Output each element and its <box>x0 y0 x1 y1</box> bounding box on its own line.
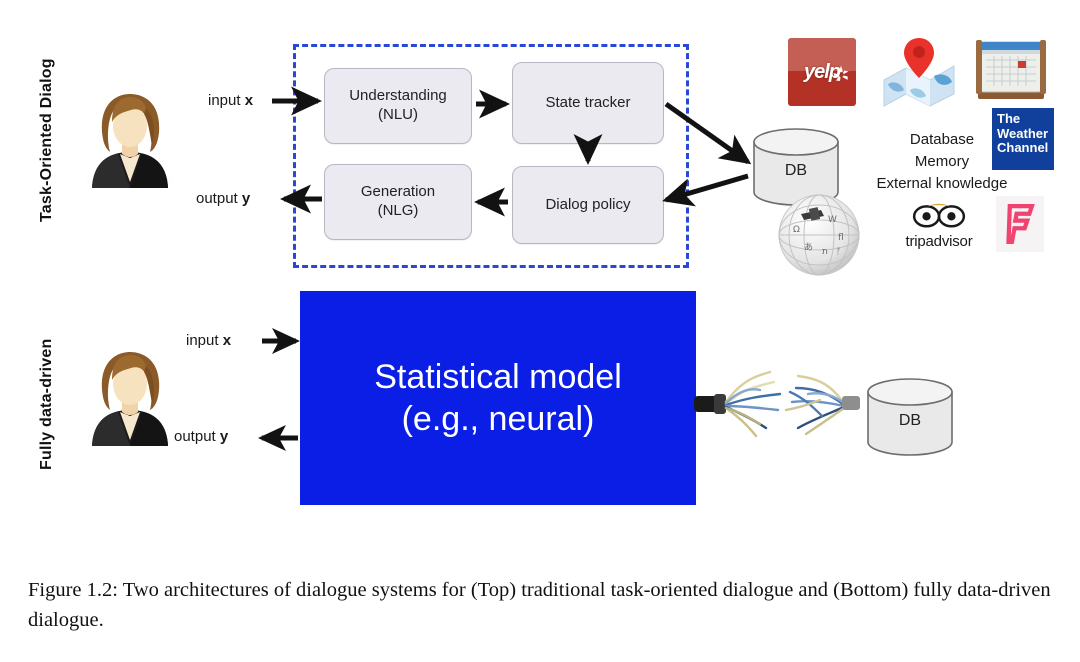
svg-text:W: W <box>828 215 837 225</box>
module-dialog-policy-line1: Dialog policy <box>545 195 631 213</box>
db-label-top: DB <box>784 162 808 179</box>
tripadvisor-logo[interactable]: tripadvisor <box>884 203 994 250</box>
svg-text:ᚠ: ᚠ <box>836 246 841 257</box>
weather-channel-logo[interactable]: The Weather Channel <box>992 108 1054 170</box>
yelp-logo[interactable]: yelp <box>788 38 856 106</box>
weather-channel-line3: Channel <box>997 140 1049 156</box>
tripadvisor-owl-icon <box>912 203 966 228</box>
knowledge-line-external: External knowledge <box>876 174 1008 192</box>
module-nlg-line1: Generation <box>360 183 436 201</box>
frayed-network-cable-icon <box>694 358 874 448</box>
svg-text:ת: ת <box>822 247 828 257</box>
weather-channel-line1: The <box>997 111 1021 126</box>
foursquare-logo[interactable] <box>996 196 1044 252</box>
bottom-output-label: output y <box>174 428 229 445</box>
module-nlu-line2: (NLU) <box>378 106 418 123</box>
module-nlg[interactable]: Generation (NLG) <box>324 164 472 240</box>
top-output-label: output y <box>196 190 251 207</box>
calendar-logo[interactable] <box>972 34 1050 104</box>
module-state-tracker-line1: State tracker <box>545 93 631 111</box>
module-dialog-policy[interactable]: Dialog policy <box>512 166 664 244</box>
user-avatar-top <box>84 88 176 191</box>
svg-text:Ω: Ω <box>793 225 800 235</box>
figure-diagram: Task-Oriented Dialog input x output y Un… <box>0 0 1080 565</box>
weather-channel-line2: Weather <box>997 125 1049 141</box>
figure-caption: Figure 1.2: Two architectures of dialogu… <box>28 579 1051 631</box>
statistical-model-line2: (e.g., neural) <box>401 400 595 438</box>
statistical-model-line1: Statistical model <box>374 357 622 396</box>
user-avatar-bottom <box>84 346 176 449</box>
top-section-side-label: Task-Oriented Dialog <box>38 58 55 222</box>
statistical-model-box[interactable]: Statistical model (e.g., neural) <box>300 291 696 505</box>
svg-text:あ: あ <box>804 242 813 253</box>
bottom-section-side-label: Fully data-driven <box>38 338 55 470</box>
module-nlg-line2: (NLG) <box>377 202 419 219</box>
bottom-input-label: input x <box>186 332 232 349</box>
module-state-tracker[interactable]: State tracker <box>512 62 664 144</box>
maps-logo[interactable] <box>880 32 958 108</box>
wikipedia-globe-logo[interactable]: ΩWﬂ あתЖ ᚠ <box>776 192 862 278</box>
top-input-label: input x <box>208 92 254 109</box>
module-nlu-line1: Understanding <box>349 87 447 105</box>
module-nlu[interactable]: Understanding (NLU) <box>324 68 472 144</box>
svg-text:ﬂ: ﬂ <box>838 233 844 243</box>
db-cylinder-bottom: DB <box>866 378 954 456</box>
tripadvisor-logo-text: tripadvisor <box>905 233 973 250</box>
db-label-bottom: DB <box>898 412 922 429</box>
